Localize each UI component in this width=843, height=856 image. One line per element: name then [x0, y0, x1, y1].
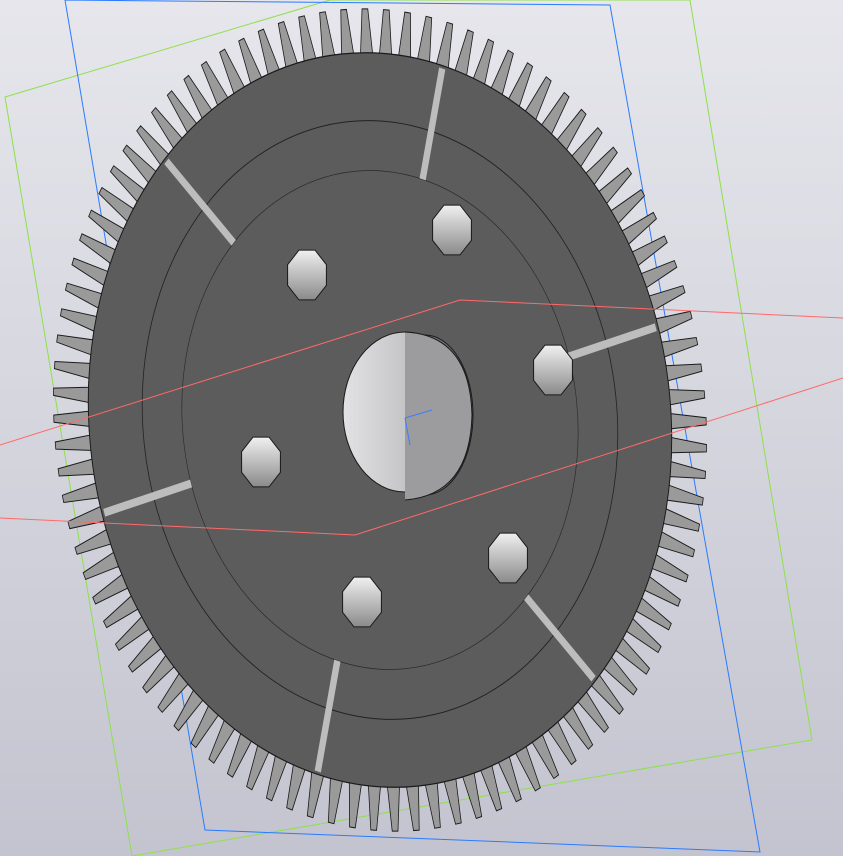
- mounting-hole: [533, 344, 573, 396]
- mounting-hole: [342, 576, 382, 628]
- mounting-hole: [432, 204, 472, 256]
- cad-3d-viewport[interactable]: [0, 0, 843, 856]
- mounting-hole: [488, 532, 528, 584]
- mounting-hole: [241, 436, 281, 488]
- mounting-hole: [287, 249, 327, 301]
